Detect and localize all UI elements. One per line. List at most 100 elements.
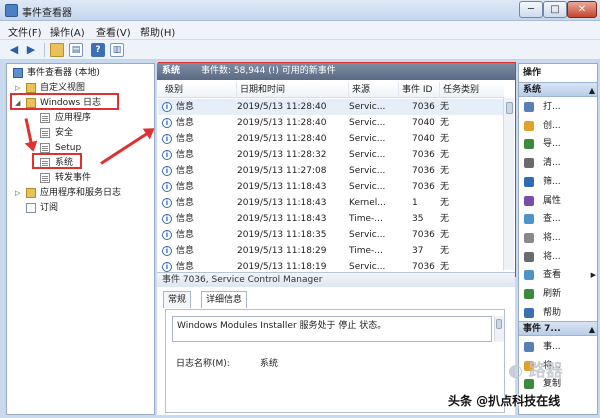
- event-message[interactable]: Windows Modules Installer 服务处于 停止 状态。: [172, 316, 492, 342]
- title-bar: 事件查看器 ─ □ ✕: [0, 0, 600, 21]
- event-level: 信息: [176, 166, 195, 176]
- help-icon[interactable]: ?: [91, 43, 105, 57]
- menu-help[interactable]: 帮助(H): [140, 24, 175, 39]
- minimize-button[interactable]: ─: [519, 1, 543, 18]
- action-item[interactable]: 查...: [519, 211, 597, 227]
- event-level: 信息: [176, 102, 195, 112]
- event-row[interactable]: i 信息 2019/5/13 11:28:32 Servic... 7036 无: [158, 147, 504, 163]
- event-task-category: 无: [440, 118, 450, 128]
- actions-title: 操作: [519, 66, 597, 81]
- tree-label: 订阅: [40, 203, 59, 213]
- event-datetime: 2019/5/13 11:18:29: [237, 246, 327, 256]
- actions-section-event[interactable]: 事件 7... ▲: [519, 321, 597, 337]
- event-id: 35: [412, 214, 424, 224]
- event-id: 7040: [412, 134, 435, 144]
- info-icon: i: [162, 246, 172, 256]
- info-icon: i: [162, 262, 172, 272]
- action-item[interactable]: 事...: [519, 339, 597, 355]
- action-label: 帮助: [543, 307, 562, 318]
- menu-file[interactable]: 文件(F): [8, 24, 42, 39]
- event-source: Kernel...: [349, 198, 386, 208]
- event-task-category: 无: [440, 182, 450, 192]
- action-item[interactable]: 刷新: [519, 286, 597, 302]
- action-label: 创...: [543, 120, 561, 131]
- collapse-caret-icon[interactable]: ▲: [589, 322, 595, 337]
- show-hide-action-pane-icon[interactable]: ▥: [110, 43, 124, 57]
- action-icon: [524, 251, 534, 262]
- info-icon: i: [162, 230, 172, 240]
- action-label: 清...: [543, 158, 561, 169]
- event-row[interactable]: i 信息 2019/5/13 11:28:40 Servic... 7040 无: [158, 131, 504, 147]
- event-row[interactable]: i 信息 2019/5/13 11:18:29 Time-... 37 无: [158, 243, 504, 259]
- event-level: 信息: [176, 230, 195, 240]
- up-folder-icon[interactable]: [50, 43, 64, 57]
- event-row[interactable]: i 信息 2019/5/13 11:18:43 Servic... 7036 无: [158, 179, 504, 195]
- action-icon: [524, 176, 534, 187]
- action-item[interactable]: 查看 ▶: [519, 267, 597, 283]
- column-task-category[interactable]: 任务类别: [439, 82, 479, 98]
- action-icon: [524, 232, 534, 243]
- action-item[interactable]: 将...: [519, 249, 597, 265]
- info-icon: i: [162, 214, 172, 224]
- event-row[interactable]: i 信息 2019/5/13 11:18:35 Servic... 7036 无: [158, 227, 504, 243]
- back-arrow-icon[interactable]: ◀: [7, 43, 21, 57]
- column-header-row: 级别 日期和时间 来源 事件 ID 任务类别: [158, 82, 504, 98]
- action-item[interactable]: 创...: [519, 118, 597, 134]
- event-datetime: 2019/5/13 11:28:40: [237, 134, 327, 144]
- menu-view[interactable]: 查看(V): [96, 24, 131, 39]
- scrollbar-thumb[interactable]: [506, 102, 513, 114]
- event-datetime: 2019/5/13 11:18:43: [237, 214, 327, 224]
- actions-section-system[interactable]: 系统 ▲: [519, 82, 597, 98]
- event-source: Servic...: [349, 150, 386, 160]
- action-item[interactable]: 属性: [519, 193, 597, 209]
- column-event-id[interactable]: 事件 ID: [398, 82, 432, 98]
- collapse-caret-icon[interactable]: ▲: [589, 83, 595, 98]
- event-count: 事件数: 58,944 (!) 可用的新事件: [201, 66, 336, 76]
- event-row[interactable]: i 信息 2019/5/13 11:27:08 Servic... 7036 无: [158, 163, 504, 179]
- event-id: 1: [412, 198, 418, 208]
- event-list-scrollbar[interactable]: [503, 98, 514, 270]
- event-task-category: 无: [440, 214, 450, 224]
- event-row[interactable]: i 信息 2019/5/13 11:18:43 Kernel... 1 无: [158, 195, 504, 211]
- tree-root-label: 事件查看器 (本地): [27, 68, 100, 78]
- action-item[interactable]: 清...: [519, 155, 597, 171]
- info-icon: i: [162, 118, 172, 128]
- forward-arrow-icon[interactable]: ▶: [24, 43, 38, 57]
- action-label: 查...: [543, 214, 561, 225]
- action-item[interactable]: 筛...: [519, 174, 597, 190]
- tab-general[interactable]: 常规: [163, 291, 192, 308]
- tab-details[interactable]: 详细信息: [201, 291, 248, 308]
- event-task-category: 无: [440, 102, 450, 112]
- column-source[interactable]: 来源: [348, 82, 370, 98]
- action-icon: [524, 214, 534, 225]
- event-row[interactable]: i 信息 2019/5/13 11:28:40 Servic... 7040 无: [158, 115, 504, 131]
- action-item[interactable]: 打...: [519, 99, 597, 115]
- action-label: 打...: [543, 102, 561, 112]
- column-level[interactable]: 级别: [162, 82, 183, 98]
- event-row[interactable]: i 信息 2019/5/13 11:28:40 Servic... 7036 无: [158, 99, 504, 115]
- log-icon: [40, 173, 50, 183]
- message-scrollbar[interactable]: [494, 316, 504, 342]
- column-datetime[interactable]: 日期和时间: [236, 82, 285, 98]
- action-item[interactable]: 导...: [519, 136, 597, 152]
- maximize-button[interactable]: □: [543, 1, 567, 18]
- list-header: 系统 事件数: 58,944 (!) 可用的新事件: [157, 63, 515, 80]
- expand-arrow-icon[interactable]: ▷: [15, 186, 20, 200]
- tree-item-app-service-logs[interactable]: ▷ 应用程序和服务日志: [9, 186, 149, 200]
- action-label: 刷新: [543, 289, 562, 299]
- action-item[interactable]: 帮助: [519, 305, 597, 321]
- log-name-label: 日志名称(M):: [176, 359, 230, 369]
- close-button[interactable]: ✕: [567, 1, 597, 18]
- tree-item-forwarded-events[interactable]: 转发事件: [9, 171, 149, 185]
- event-level: 信息: [176, 198, 195, 208]
- event-row[interactable]: i 信息 2019/5/13 11:18:43 Time-... 35 无: [158, 211, 504, 227]
- event-level: 信息: [176, 150, 195, 160]
- scrollbar-thumb[interactable]: [496, 319, 502, 329]
- show-hide-tree-icon[interactable]: ▤: [69, 43, 83, 57]
- action-item[interactable]: 将...: [519, 230, 597, 246]
- menu-action[interactable]: 操作(A): [50, 24, 85, 39]
- watermark-text: 头条 @扒点科技在线: [448, 394, 561, 408]
- tree-item-application[interactable]: 应用程序: [9, 111, 149, 125]
- tree-root[interactable]: 事件查看器 (本地): [9, 66, 149, 80]
- tree-item-subscriptions[interactable]: 订阅: [9, 201, 149, 215]
